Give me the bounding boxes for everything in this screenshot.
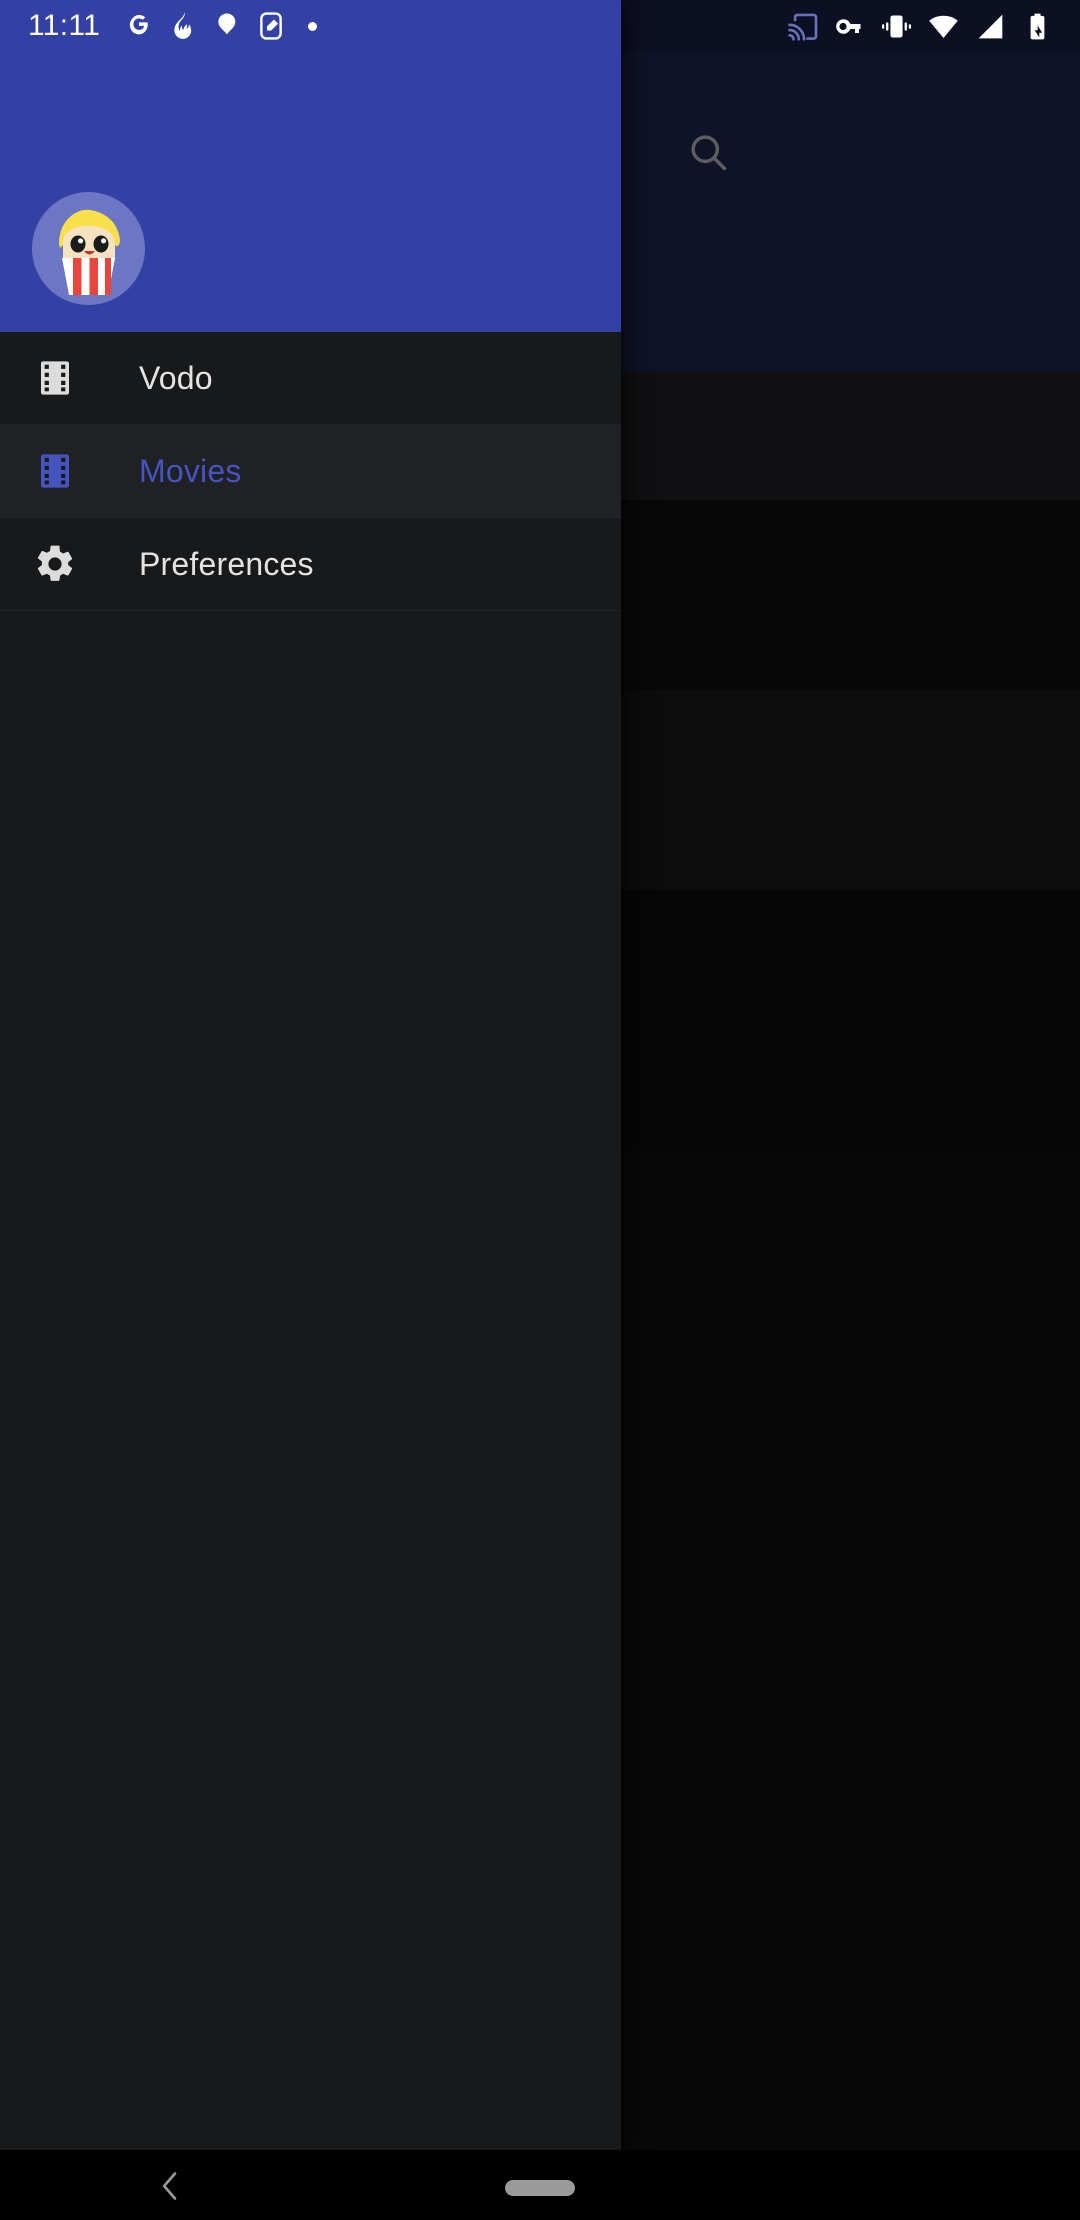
location-pin-icon [218,13,236,35]
drawer-menu-list: Vodo Movies Preferences [0,332,621,611]
film-strip-icon [32,355,78,401]
drawer-empty-area [0,611,621,2150]
phone-screen: Vodo Movies Preferences 11:11 [0,0,1080,2220]
film-strip-icon [32,448,78,494]
wifi-icon [929,15,958,38]
gear-icon [32,541,78,587]
drawer-item-vodo[interactable]: Vodo [0,332,621,425]
cast-icon [788,13,818,41]
vibrate-icon [881,15,912,37]
drawer-item-label: Preferences [139,545,314,582]
android-navigation-bar [0,2150,1080,2220]
status-bar-clock: 11:11 [28,9,101,42]
vpn-key-icon [836,18,861,34]
notification-dot-icon [308,21,318,31]
cell-signal-icon [978,14,1003,38]
back-chevron-icon[interactable] [150,2166,190,2206]
navigation-drawer: Vodo Movies Preferences [0,0,621,2150]
drawer-item-label: Movies [139,452,242,489]
status-bar-right-icons [730,0,1080,52]
drawer-item-label: Vodo [139,359,213,396]
search-icon[interactable] [686,130,730,174]
google-g-icon [130,14,148,35]
drawer-item-movies[interactable]: Movies [0,425,621,518]
drawer-item-preferences[interactable]: Preferences [0,518,621,611]
status-bar: 11:11 [0,0,621,52]
avatar[interactable] [32,192,145,305]
flame-icon [174,12,192,39]
home-pill-indicator[interactable] [505,2180,575,2196]
screenshot-edit-icon [260,12,282,40]
battery-charging-icon [1030,13,1045,39]
